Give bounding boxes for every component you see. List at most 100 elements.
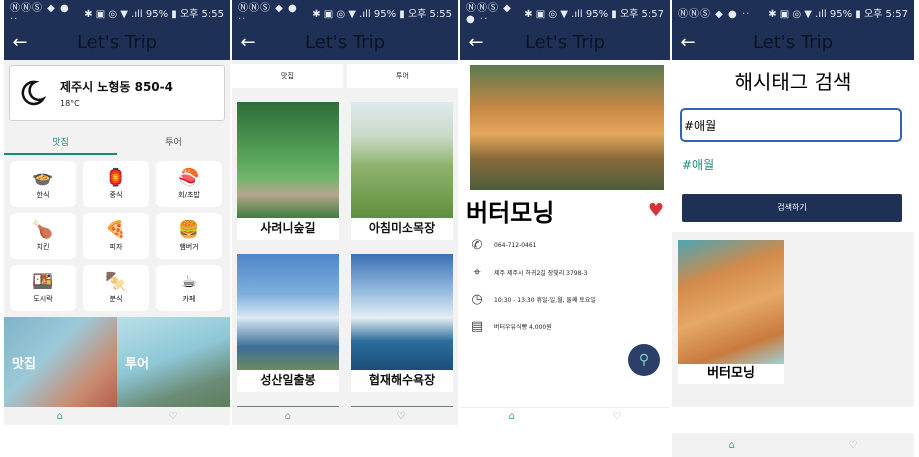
phone-number: 064-712-0461 <box>494 242 537 249</box>
status-left: ⓃⓃⓈ ◆ ● ·· <box>10 3 70 25</box>
address-row[interactable]: ⌖ 제주 제주시 하귀2길 장빛리 3798-3 <box>468 259 664 286</box>
home-icon[interactable]: ⌂ <box>509 411 515 422</box>
status-bar: ⓃⓃⓈ ◆ ● ·· ✱ ▣ ◎ ▼ .ıll 95% ▮ 오후 5:57 <box>672 0 914 24</box>
status-bar: ⓃⓃⓈ ◆ ● ·· ✱ ▣ ◎ ▼ .ıll 95% ▮ 오후 5:55 <box>4 0 230 25</box>
category-snack[interactable]: 🍢 분식 <box>83 265 149 311</box>
sushi-icon: 🍣 <box>178 168 200 188</box>
place-name: 버터모닝 <box>466 198 555 227</box>
place-card[interactable]: 성산일출봉 <box>237 254 339 392</box>
coffee-icon: ☕ <box>181 272 197 292</box>
back-arrow-icon[interactable]: ← <box>672 32 704 53</box>
phone-icon: ✆ <box>471 238 483 253</box>
menu-row: ▤ 버터우유식빵 4,000원 <box>468 313 664 340</box>
place-name: 협재해수욕장 <box>368 373 436 387</box>
category-label: 피자 <box>109 243 123 251</box>
heart-outline-icon[interactable]: ♡ <box>396 411 405 422</box>
status-bar: ⓃⓃⓈ ◆ ● ·· ✱ ▣ ◎ ▼ .ıll 95% ▮ 오후 5:55 <box>232 0 458 25</box>
weather-temperature: 18°C <box>60 99 80 108</box>
status-left: ⓃⓃⓈ ◆ ● ·· <box>678 8 751 20</box>
pizza-icon: 🍕 <box>105 220 127 240</box>
banner-tour[interactable]: 투어 <box>117 317 230 409</box>
place-card[interactable]: 아침미소목장 <box>351 102 453 240</box>
category-label: 회/초밥 <box>178 191 200 199</box>
heart-outline-icon[interactable]: ♡ <box>848 440 857 451</box>
category-korean[interactable]: 🍲 한식 <box>10 161 76 207</box>
category-cafe[interactable]: ☕ 카페 <box>156 265 222 311</box>
app-title: Let's Trip <box>304 31 386 53</box>
category-chicken[interactable]: 🍗 치킨 <box>10 213 76 259</box>
back-arrow-icon[interactable]: ← <box>460 32 492 53</box>
korean-food-icon: 🍲 <box>32 168 54 188</box>
banner-label: 투어 <box>125 357 149 372</box>
category-label: 한식 <box>36 191 50 199</box>
weather-address: 제주시 노형동 850-4 <box>60 80 173 94</box>
chinese-food-icon: 🏮 <box>105 168 127 188</box>
category-label: 도시락 <box>33 295 53 303</box>
heart-icon[interactable]: ♥ <box>648 200 664 221</box>
banner-restaurants[interactable]: 맛집 <box>4 317 117 409</box>
place-name: 아침미소목장 <box>368 221 436 235</box>
lunchbox-icon: 🍱 <box>32 272 54 292</box>
heart-outline-icon[interactable]: ♡ <box>168 411 177 422</box>
app-title: Let's Trip <box>752 31 834 53</box>
tab-restaurants[interactable]: 맛집 <box>4 131 117 155</box>
screen-tour-list: ⓃⓃⓈ ◆ ● ·· ✱ ▣ ◎ ▼ .ıll 95% ▮ 오후 5:55 ← … <box>232 0 458 457</box>
app-bar: ← Let's Trip <box>672 24 914 60</box>
detail-header: 버터모닝 ♥ <box>460 190 670 227</box>
hashtag-search-input[interactable]: #애월 <box>680 108 902 142</box>
search-button[interactable]: 검색하기 <box>682 194 902 222</box>
app-bar: ← Let's Trip <box>460 24 670 60</box>
category-pizza[interactable]: 🍕 피자 <box>83 213 149 259</box>
hours-row: ◷ 10:30 - 13:30 휴일-일,월, 둘째 토요일 <box>468 286 664 313</box>
category-tabs: 맛집 투어 <box>232 60 458 92</box>
menu-text: 버터우유식빵 4,000원 <box>494 324 552 331</box>
result-card[interactable]: 버터모닝 <box>678 240 784 384</box>
place-card[interactable]: 협재해수욕장 <box>351 254 453 392</box>
tab-tour[interactable]: 투어 <box>117 131 230 155</box>
place-photo <box>237 102 339 218</box>
category-label: 중식 <box>109 191 123 199</box>
moon-icon <box>18 79 47 107</box>
category-tabs: 맛집 투어 <box>4 131 230 155</box>
tab-tour[interactable]: 투어 <box>347 64 458 88</box>
back-arrow-icon[interactable]: ← <box>232 32 264 53</box>
banner-label: 맛집 <box>12 357 36 372</box>
category-sushi[interactable]: 🍣 회/초밥 <box>156 161 222 207</box>
status-left: ⓃⓃⓈ ◆ ● ·· <box>238 3 298 25</box>
hours-text: 10:30 - 13:30 휴일-일,월, 둘째 토요일 <box>494 297 596 304</box>
place-info: ✆ 064-712-0461 ⌖ 제주 제주시 하귀2길 장빛리 3798-3 ◷ 1… <box>460 226 670 340</box>
screen-home: ⓃⓃⓈ ◆ ● ·· ✱ ▣ ◎ ▼ .ıll 95% ▮ 오후 5:55 ← … <box>4 0 230 457</box>
result-name: 버터모닝 <box>707 366 755 381</box>
phone-row[interactable]: ✆ 064-712-0461 <box>468 232 664 259</box>
place-photo <box>351 254 453 370</box>
category-chinese[interactable]: 🏮 중식 <box>83 161 149 207</box>
food-category-grid: 🍲 한식 🏮 중식 🍣 회/초밥 🍗 치킨 🍕 피자 🍔 햄버거 🍱 도시락 🍢 분식 ☕ 카페 <box>4 155 230 311</box>
bottom-nav: ⌂ ♡ <box>460 407 670 425</box>
app-bar: ← Let's Trip <box>4 24 230 60</box>
category-label: 분식 <box>109 295 123 303</box>
category-burger[interactable]: 🍔 햄버거 <box>156 213 222 259</box>
app-bar: ← Let's Trip <box>232 24 458 60</box>
status-bar: ⓃⓃⓈ ◆ ● ·· ✱ ▣ ◎ ▼ .ıll 95% ▮ 오후 5:57 <box>460 0 670 25</box>
hashtag-suggestion[interactable]: #애월 <box>682 156 914 172</box>
address-text: 제주 제주시 하귀2길 장빛리 3798-3 <box>494 270 588 277</box>
place-photo <box>351 102 453 218</box>
place-photo <box>237 254 339 370</box>
place-card[interactable]: 사려니숲길 <box>237 102 339 240</box>
burger-icon: 🍔 <box>178 220 200 240</box>
heart-outline-icon[interactable]: ♡ <box>612 411 621 422</box>
home-icon[interactable]: ⌂ <box>729 440 735 451</box>
home-icon[interactable]: ⌂ <box>57 411 63 422</box>
weather-card: 제주시 노형동 850-4 18°C <box>9 65 225 121</box>
category-lunchbox[interactable]: 🍱 도시락 <box>10 265 76 311</box>
status-right: ✱ ▣ ◎ ▼ .ıll 95% ▮ 오후 5:55 <box>312 8 452 20</box>
tab-restaurants[interactable]: 맛집 <box>232 64 343 88</box>
bottom-nav: ⌂ ♡ <box>4 407 230 425</box>
map-location-fab-icon[interactable]: ⚲ <box>628 344 660 376</box>
category-label: 햄버거 <box>179 243 199 251</box>
home-icon[interactable]: ⌂ <box>285 411 291 422</box>
map-icon: ▤ <box>470 319 484 334</box>
back-arrow-icon[interactable]: ← <box>4 32 36 53</box>
snack-icon: 🍢 <box>105 272 127 292</box>
screen-place-detail: ⓃⓃⓈ ◆ ● ·· ✱ ▣ ◎ ▼ .ıll 95% ▮ 오후 5:57 ← … <box>460 0 670 457</box>
